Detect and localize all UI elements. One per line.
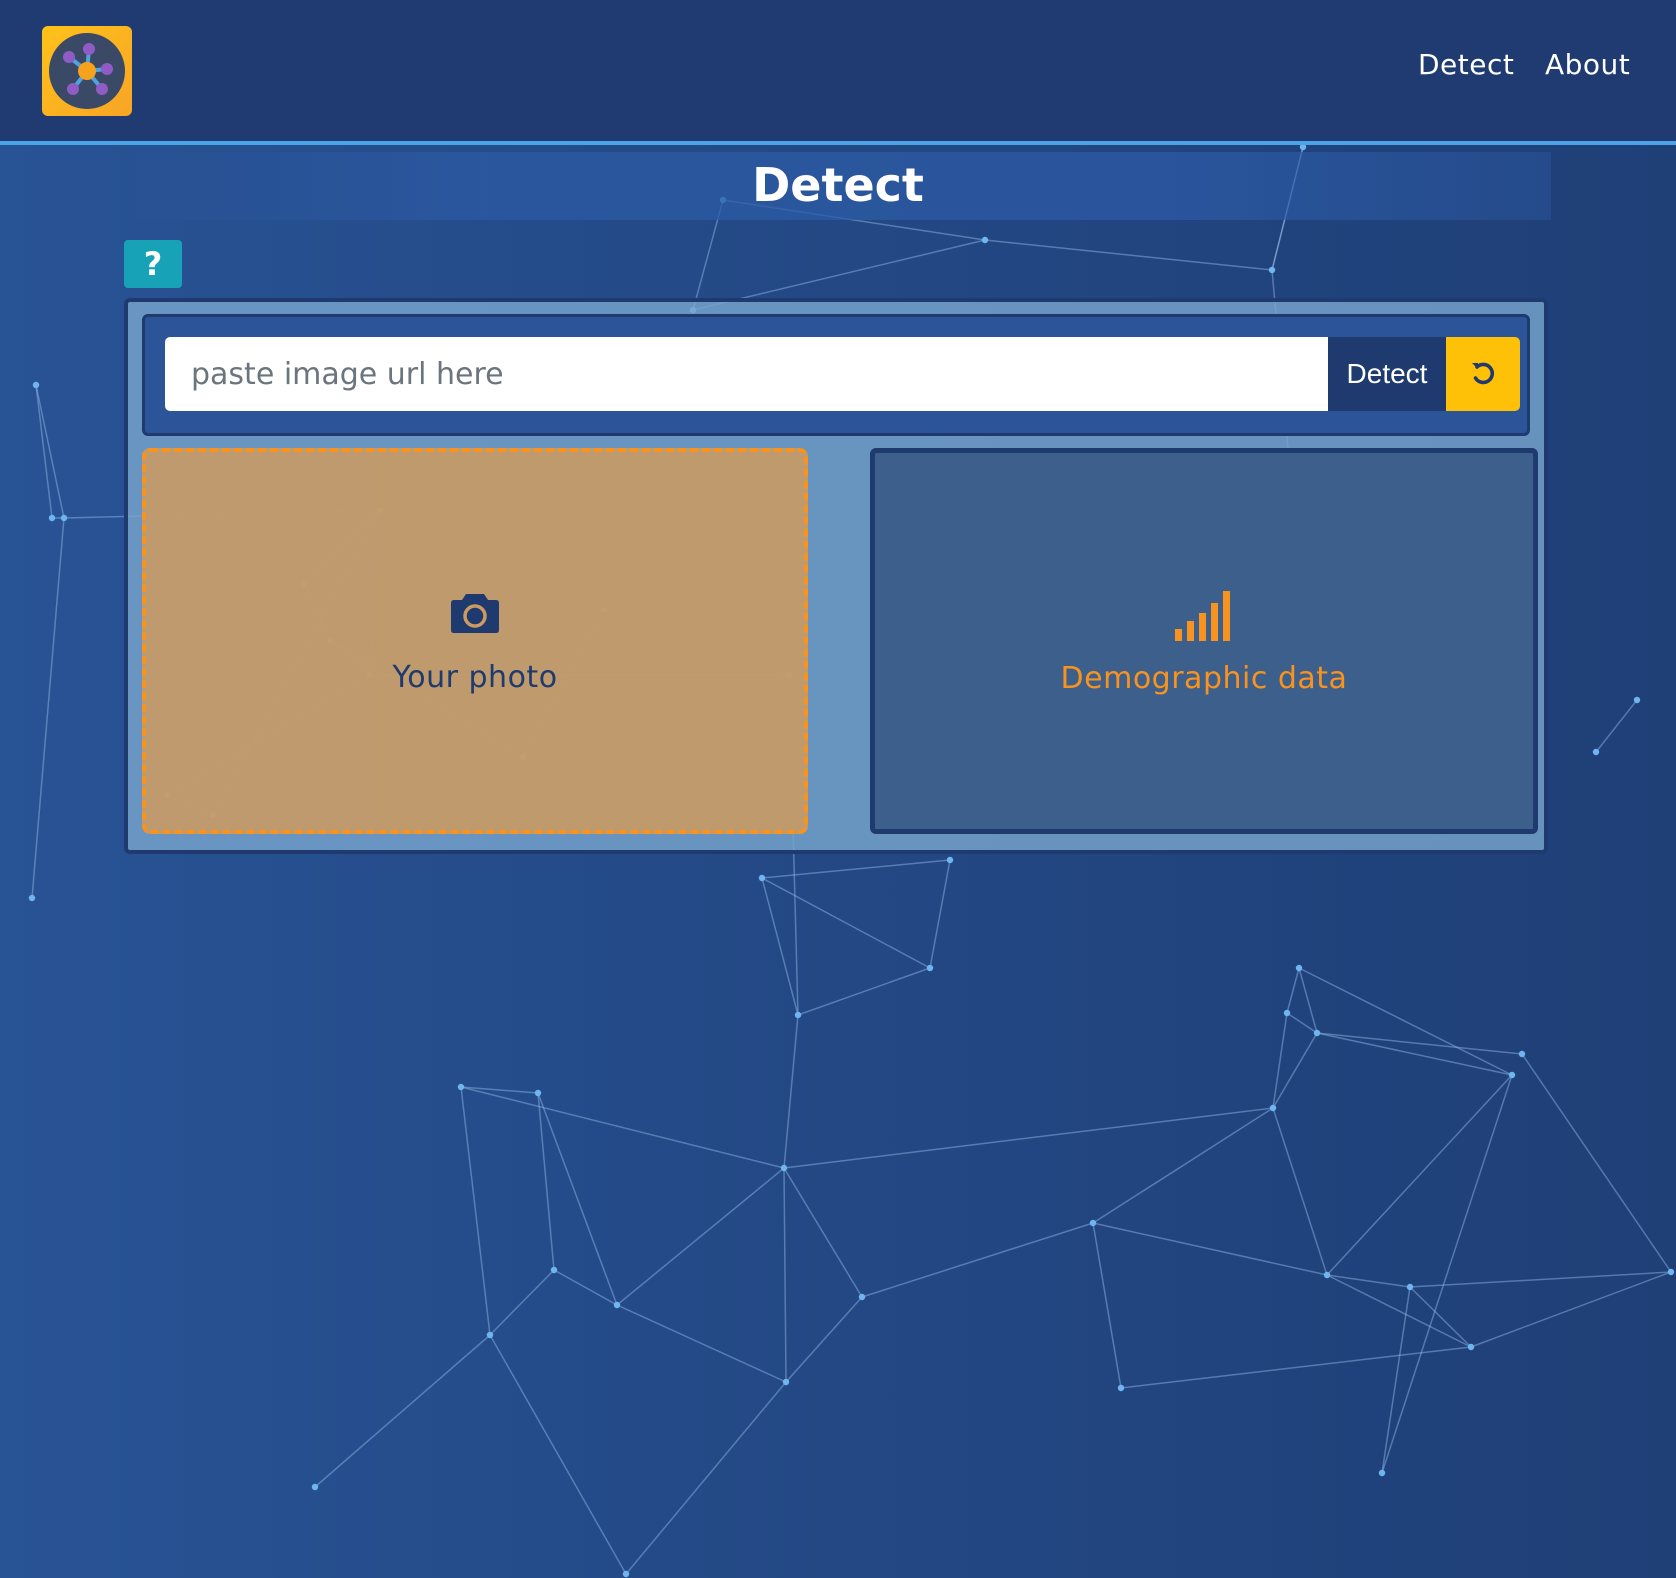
- network-edge: [1092, 1222, 1122, 1389]
- network-edge: [783, 1167, 787, 1383]
- camera-icon: [451, 594, 499, 633]
- network-edge: [861, 1222, 1094, 1298]
- network-edge: [1272, 1107, 1328, 1276]
- network-edge: [314, 1334, 491, 1488]
- network-edge: [783, 1014, 799, 1169]
- app-logo[interactable]: [42, 26, 132, 116]
- network-node: [1592, 748, 1600, 756]
- network-node: [1117, 1384, 1125, 1392]
- network-node: [613, 1301, 621, 1309]
- network-edge: [761, 877, 931, 969]
- network-edge: [1092, 1222, 1328, 1276]
- network-node: [1633, 696, 1641, 704]
- network-node: [311, 1483, 319, 1491]
- network-node: [550, 1266, 558, 1274]
- demographic-label: Demographic data: [1060, 661, 1348, 696]
- network-edge: [537, 1092, 555, 1271]
- network-node: [758, 874, 766, 882]
- network-edge: [460, 1086, 785, 1169]
- network-edge: [1316, 1032, 1513, 1076]
- network-node: [622, 1570, 630, 1578]
- network-node: [1268, 266, 1276, 274]
- network-node: [1518, 1050, 1526, 1058]
- network-node: [1667, 1268, 1675, 1276]
- network-edge: [616, 1304, 787, 1383]
- network-node: [48, 514, 56, 522]
- network-node: [486, 1331, 494, 1339]
- network-edge: [1120, 1346, 1472, 1389]
- network-edge: [489, 1334, 627, 1575]
- network-edge: [616, 1167, 785, 1306]
- reset-button[interactable]: [1446, 337, 1520, 411]
- network-node: [534, 1089, 542, 1097]
- network-edge: [797, 967, 931, 1016]
- network-node: [981, 236, 989, 244]
- network-edge: [783, 1167, 863, 1298]
- network-node: [1406, 1283, 1414, 1291]
- network-edge: [31, 517, 65, 899]
- network-edge: [1409, 1271, 1672, 1288]
- network-node: [1323, 1271, 1331, 1279]
- network-edge: [553, 1269, 618, 1306]
- network-logo-icon: [49, 33, 125, 109]
- network-edge: [1316, 1032, 1523, 1055]
- photo-label: Your photo: [392, 660, 558, 695]
- nav-link-detect[interactable]: Detect: [1418, 48, 1514, 81]
- network-edge: [1298, 967, 1513, 1076]
- network-node: [28, 894, 36, 902]
- network-edge: [1470, 1271, 1672, 1348]
- network-edge: [783, 1107, 1274, 1169]
- network-edge: [460, 1086, 491, 1336]
- detect-panel: Detect Your photo Demogra: [124, 298, 1548, 854]
- network-edge: [1286, 967, 1300, 1014]
- network-node: [782, 1378, 790, 1386]
- network-node: [858, 1293, 866, 1301]
- network-node: [1283, 1009, 1291, 1017]
- network-edge: [1595, 699, 1638, 753]
- network-edge: [1326, 1074, 1513, 1276]
- network-node: [1295, 964, 1303, 972]
- network-edge: [1381, 1074, 1513, 1474]
- demographic-panel: Demographic data: [870, 448, 1538, 834]
- network-edge: [929, 859, 951, 969]
- nav-link-about[interactable]: About: [1545, 48, 1630, 81]
- refresh-icon: [1472, 362, 1494, 385]
- network-node: [1378, 1469, 1386, 1477]
- page-title: Detect: [752, 158, 924, 212]
- network-node: [780, 1164, 788, 1172]
- image-url-input[interactable]: [165, 337, 1329, 411]
- network-node: [1269, 1104, 1277, 1112]
- network-edge: [984, 239, 1273, 271]
- url-form: Detect: [142, 314, 1530, 436]
- network-node: [946, 856, 954, 864]
- navbar: Detect About: [0, 0, 1676, 145]
- photo-dropzone[interactable]: Your photo: [142, 448, 808, 834]
- detect-button[interactable]: Detect: [1328, 337, 1446, 411]
- network-node: [794, 1011, 802, 1019]
- network-node: [60, 514, 68, 522]
- network-node: [1089, 1219, 1097, 1227]
- help-button[interactable]: ?: [124, 240, 182, 288]
- network-node: [1508, 1071, 1516, 1079]
- network-node: [1467, 1343, 1475, 1351]
- network-edge: [1521, 1053, 1672, 1273]
- network-edge: [785, 1296, 863, 1383]
- network-node: [457, 1083, 465, 1091]
- network-edge: [761, 877, 799, 1016]
- signal-bars-icon: [1175, 591, 1230, 641]
- network-node: [926, 964, 934, 972]
- network-node: [1313, 1029, 1321, 1037]
- network-edge: [489, 1269, 555, 1336]
- network-edge: [1381, 1286, 1411, 1474]
- network-edge: [1272, 1032, 1318, 1109]
- network-edge: [1092, 1107, 1274, 1224]
- network-edge: [1272, 1012, 1288, 1109]
- network-edge: [625, 1381, 787, 1575]
- network-node: [32, 381, 40, 389]
- network-edge: [761, 859, 951, 879]
